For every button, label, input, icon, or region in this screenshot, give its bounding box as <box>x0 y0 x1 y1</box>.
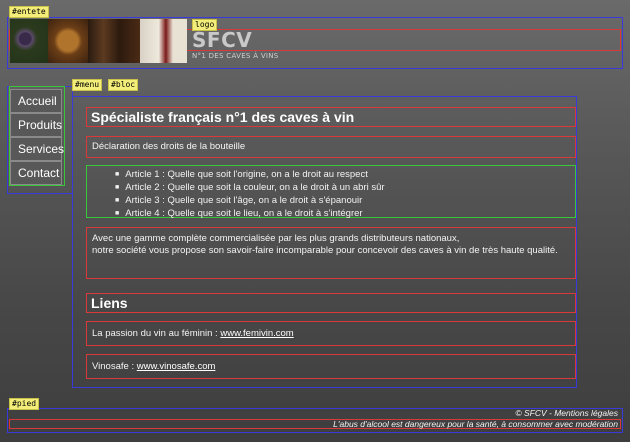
articles-box: Article 1 : Quelle que soit l'origine, o… <box>86 165 576 221</box>
link-femivin-row: La passion du vin au féminin : www.femiv… <box>87 322 575 345</box>
description-paragraph-2: notre société vous propose son savoir-fa… <box>92 244 558 256</box>
declaration-text: Déclaration des droits de la bouteille <box>92 141 246 152</box>
main-title: Spécialiste français n°1 des caves à vin <box>91 109 355 125</box>
logo-debug-tag: logo <box>192 19 218 31</box>
header-banner-image <box>10 19 187 63</box>
menu-debug-tag: #menu <box>72 79 103 91</box>
logo-subtitle: N°1 DES CAVES À VINS <box>192 52 279 60</box>
list-item: Article 4 : Quelle que soit le lieu, on … <box>115 208 575 221</box>
list-item: Article 3 : Quelle que soit l'âge, on a … <box>115 195 575 208</box>
menu-item-accueil[interactable]: Accueil <box>10 89 62 113</box>
links-title-box: Liens <box>86 293 576 313</box>
list-item: Article 2 : Quelle que soit la couleur, … <box>115 182 575 195</box>
link-femivin[interactable]: www.femivin.com <box>220 328 293 339</box>
logo-title[interactable]: SFCV <box>192 28 252 52</box>
description-paragraph-1: Avec une gamme complète commercialisée p… <box>92 233 460 244</box>
footer-warning: L'abus d'alcool est dangereux pour la sa… <box>333 419 618 429</box>
link-femivin-prefix: La passion du vin au féminin : <box>92 328 221 339</box>
link-vinosafe-row: Vinosafe : www.vinosafe.com <box>87 355 575 378</box>
entete-debug-tag: #entete <box>9 6 49 18</box>
declaration-box: Déclaration des droits de la bouteille <box>86 136 576 158</box>
links-title: Liens <box>91 295 128 311</box>
link-vinosafe-box: Vinosafe : www.vinosafe.com <box>86 354 576 379</box>
link-femivin-box: La passion du vin au féminin : www.femiv… <box>86 321 576 346</box>
bloc-debug-tag: #bloc <box>108 79 139 91</box>
pied-debug-tag: #pied <box>9 398 40 410</box>
list-item: Article 1 : Quelle que soit l'origine, o… <box>115 169 575 182</box>
menu-item-contact[interactable]: Contact <box>10 161 62 185</box>
menu-item-services[interactable]: Services <box>10 137 64 161</box>
main-title-box: Spécialiste français n°1 des caves à vin <box>86 107 576 127</box>
menu-item-produits[interactable]: Produits <box>10 113 62 137</box>
articles-list: Article 1 : Quelle que soit l'origine, o… <box>87 166 575 221</box>
footer-copyright-text[interactable]: © SFCV - Mentions légales <box>515 408 618 418</box>
link-vinosafe[interactable]: www.vinosafe.com <box>137 361 216 372</box>
footer-copyright: © SFCV - Mentions légales <box>515 408 618 418</box>
link-vinosafe-prefix: Vinosafe : <box>92 361 137 372</box>
description-box: Avec une gamme complète commercialisée p… <box>86 227 576 279</box>
